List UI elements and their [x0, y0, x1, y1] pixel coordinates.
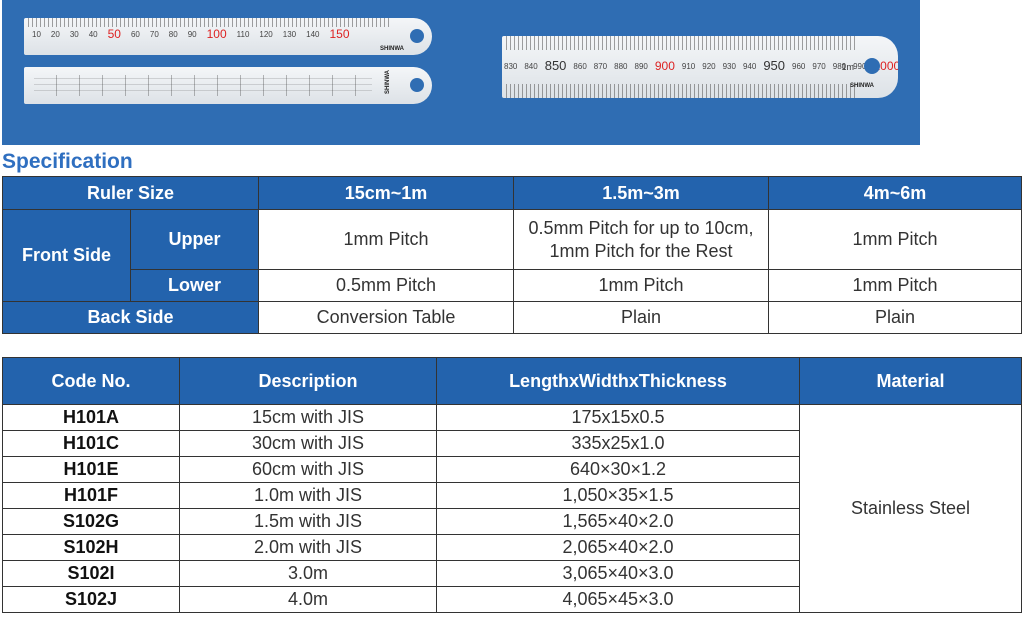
description-cell: 2.0m with JIS — [179, 534, 437, 561]
material-header: Material — [799, 357, 1022, 405]
conversion-table-pattern — [34, 75, 372, 96]
specification-heading: Specification — [2, 150, 133, 173]
ruler-number: 890 — [634, 62, 648, 71]
code-cell: S102J — [2, 586, 180, 613]
upper-label: Upper — [130, 209, 259, 270]
ruler-hang-hole — [410, 29, 424, 43]
code-cell: H101A — [2, 404, 180, 431]
ruler-number: 830 — [504, 62, 518, 71]
ruler-number: 840 — [524, 62, 538, 71]
ruler-number: 870 — [593, 62, 608, 71]
dimensions-cell: 1,565×40×2.0 — [436, 508, 800, 535]
ruler-number: 920 — [702, 62, 716, 71]
ruler-number: 950 — [763, 58, 786, 73]
dimensions-cell: 1,050×35×1.5 — [436, 482, 800, 509]
ruler-number: 900 — [654, 59, 675, 73]
ruler-image-front: 10 20 30 40 50 60 70 80 90 100 110 120 130 140 150 SHI… — [24, 18, 432, 55]
dimensions-cell: 2,065×40×2.0 — [436, 534, 800, 561]
ruler-number: 30 — [69, 30, 79, 39]
description-cell: 4.0m — [179, 586, 437, 613]
ruler-number: 880 — [614, 62, 628, 71]
front-side-label: Front Side — [2, 209, 131, 302]
code-header: Code No. — [2, 357, 180, 405]
ruler-number: 930 — [722, 62, 736, 71]
description-cell: 30cm with JIS — [179, 430, 437, 457]
ruler-ticks — [28, 18, 392, 27]
ruler-numbers: 10 20 30 40 50 60 70 80 90 100 110 120 130 140 150 — [32, 27, 350, 41]
ruler-hang-hole — [864, 58, 880, 74]
spec-cell: 1mm Pitch — [513, 269, 769, 302]
table-row: H101A 15cm with JIS 175x15x0.5 Stainless… — [2, 404, 1022, 613]
ruler-image-1m: 830 840 850 860 870 880 890 900 910 920 930 940 950 9… — [502, 36, 898, 98]
ruler-number: 10 — [32, 30, 41, 39]
ruler-number: 940 — [742, 62, 757, 71]
description-cell: 1.0m with JIS — [179, 482, 437, 509]
ruler-number: 120 — [259, 30, 273, 39]
spec-cell: 1mm Pitch — [258, 209, 514, 270]
ruler-brand: SHINWA — [850, 83, 874, 89]
ruler-number: 110 — [236, 30, 250, 39]
code-cell: H101F — [2, 482, 180, 509]
description-cell: 15cm with JIS — [179, 404, 437, 431]
ruler-number: 80 — [168, 30, 178, 39]
specification-table: Ruler Size 15cm~1m 1.5m~3m 4m~6m Front S… — [2, 176, 1022, 334]
spec-cell: Plain — [768, 301, 1022, 334]
ruler-number: 850 — [544, 58, 567, 73]
ruler-brand: SHINWA — [385, 70, 391, 94]
dimensions-cell: 3,065×40×3.0 — [436, 560, 800, 587]
ruler-number: 100 — [206, 27, 227, 41]
code-cell: S102I — [2, 560, 180, 587]
size-range-header: 15cm~1m — [258, 176, 514, 210]
size-range-header: 4m~6m — [768, 176, 1022, 210]
ruler-number: 70 — [149, 30, 159, 39]
spec-cell: 1mm Pitch — [768, 269, 1022, 302]
lower-label: Lower — [130, 269, 259, 302]
ruler-number: 910 — [681, 62, 696, 71]
spec-cell-line: 0.5mm Pitch for up to 10cm, — [528, 218, 754, 238]
ruler-unit: 1m — [841, 62, 854, 72]
ruler-number: 140 — [306, 30, 320, 39]
ruler-number: 60 — [130, 30, 140, 39]
ruler-number: 970 — [812, 62, 826, 71]
description-cell: 1.5m with JIS — [179, 508, 437, 535]
dimensions-cell: 640×30×1.2 — [436, 456, 800, 483]
spec-cell-line: 1mm Pitch for the Rest — [549, 240, 733, 261]
product-code-table: Code No. Description LengthxWidthxThickn… — [2, 357, 1022, 613]
ruler-size-header: Ruler Size — [2, 176, 259, 210]
ruler-number: 50 — [107, 27, 121, 41]
ruler-brand: SHINWA — [380, 46, 404, 52]
size-range-header: 1.5m~3m — [513, 176, 769, 210]
code-cell: H101C — [2, 430, 180, 457]
ruler-number: 960 — [792, 62, 806, 71]
ruler-image-back: SHINWA — [24, 67, 432, 104]
ruler-numbers: 830 840 850 860 870 880 890 900 910 920 930 940 950 9… — [504, 58, 898, 73]
spec-cell: Conversion Table — [258, 301, 514, 334]
ruler-number: 860 — [573, 62, 587, 71]
ruler-hang-hole — [410, 78, 424, 92]
spec-cell: Plain — [513, 301, 769, 334]
product-banner: 10 20 30 40 50 60 70 80 90 100 110 120 130 140 150 SHI… — [2, 0, 920, 145]
ruler-ticks — [506, 36, 858, 50]
back-side-label: Back Side — [2, 301, 259, 334]
ruler-number: 90 — [187, 30, 197, 39]
dimensions-cell: 175x15x0.5 — [436, 404, 800, 431]
ruler-number: 130 — [282, 30, 297, 39]
description-cell: 3.0m — [179, 560, 437, 587]
dimensions-cell: 335x25x1.0 — [436, 430, 800, 457]
code-cell: H101E — [2, 456, 180, 483]
ruler-number: 150 — [329, 27, 350, 41]
description-cell: 60cm with JIS — [179, 456, 437, 483]
spec-cell: 0.5mm Pitch for up to 10cm, 1mm Pitch fo… — [513, 209, 769, 270]
dimensions-cell: 4,065×45×3.0 — [436, 586, 800, 613]
spec-cell: 1mm Pitch — [768, 209, 1022, 270]
material-cell: Stainless Steel — [799, 404, 1022, 613]
ruler-number: 20 — [50, 30, 60, 39]
description-header: Description — [179, 357, 437, 405]
code-cell: S102H — [2, 534, 180, 561]
dimensions-header: LengthxWidthxThickness — [436, 357, 800, 405]
spec-cell: 0.5mm Pitch — [258, 269, 514, 302]
ruler-number: 40 — [88, 30, 98, 39]
ruler-ticks — [506, 84, 858, 98]
code-cell: S102G — [2, 508, 180, 535]
